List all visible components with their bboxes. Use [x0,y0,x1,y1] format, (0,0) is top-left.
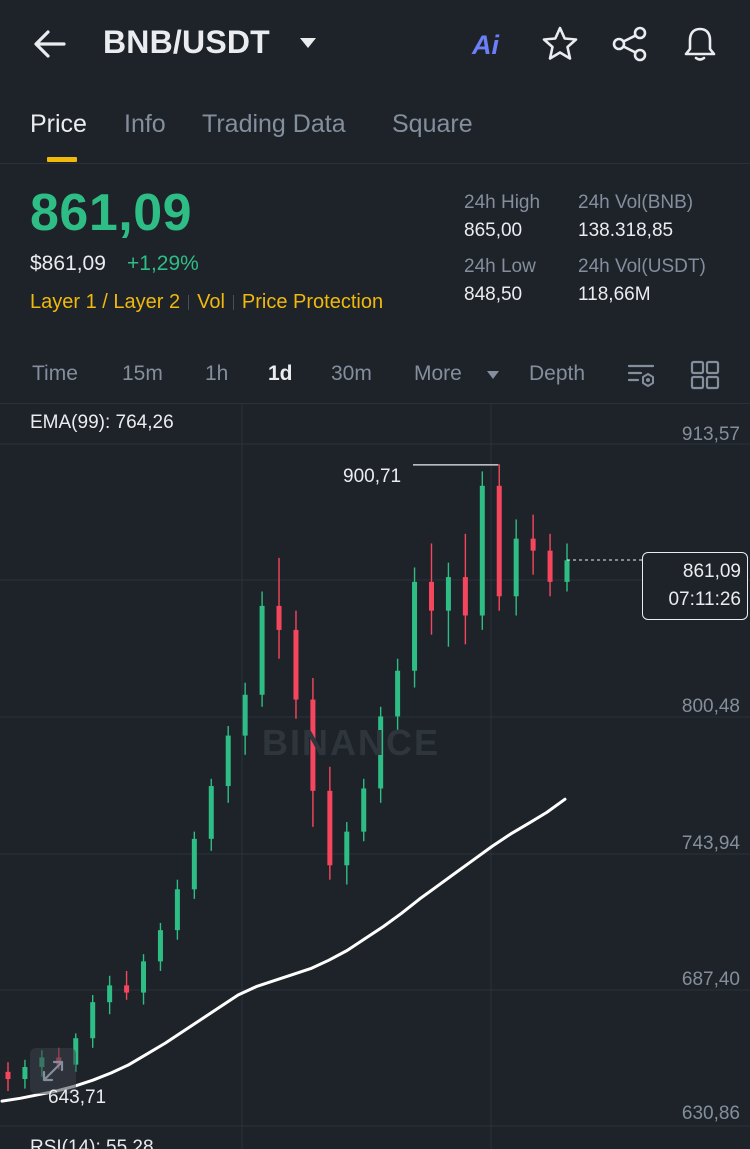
tag-divider [232,295,234,311]
stat-vol-bnb-value: 138.318,85 [578,220,674,241]
section-tabs: Price Info Trading Data Square [0,100,750,164]
top-bar: BNB/USDT Ai [0,0,750,90]
notification-bell-icon[interactable] [680,24,720,64]
candle-body [344,831,350,866]
candle-body [564,560,570,582]
candle-body [412,581,418,671]
candle-body [395,670,401,717]
stat-high-label: 24h High [464,192,541,213]
rsi-indicator-label: RSI(14): 55,28 [30,1137,154,1149]
price-in-usd: $861,09 [30,252,106,275]
candle-body [462,577,468,616]
candle-body [479,485,485,616]
candle-body [361,788,367,832]
candle-body [242,694,248,736]
current-price-value: 861,09 [682,561,741,582]
binance-watermark: BINANCE [262,722,441,763]
stat-high-value: 865,00 [464,220,523,241]
candle-body [157,930,163,962]
candle-body [225,735,231,787]
y-axis-tick: 800,48 [681,696,740,717]
high-price-marker: 900,71 [343,466,402,487]
last-price: 861,09 [30,184,193,242]
candlestick-plot[interactable] [0,404,750,1149]
interval-15m[interactable]: 15m [122,362,163,386]
y-axis-tick: 630,86 [681,1103,740,1124]
candle-body [547,550,553,582]
share-icon[interactable] [610,24,650,64]
candle-body [141,961,147,993]
interval-1d[interactable]: 1d [268,362,293,386]
layout-grid-icon[interactable] [689,359,721,391]
candle-countdown: 07:11:26 [668,589,741,610]
candle-body [107,985,113,1003]
app-screen: BNB/USDT Ai Price Info Trading Data Squa… [0,0,750,1149]
price-change-percent: +1,29% [127,252,199,275]
tag-vol[interactable]: Vol [197,291,225,313]
candle-body [5,1071,11,1080]
tag-layer[interactable]: Layer 1 / Layer 2 [30,291,180,313]
interval-more[interactable]: More [414,362,462,386]
interval-30m[interactable]: 30m [331,362,372,386]
candle-body [496,485,502,597]
tab-price[interactable]: Price [30,110,87,139]
stat-low-label: 24h Low [464,256,536,277]
interval-time[interactable]: Time [32,362,78,386]
ai-assistant-icon[interactable]: Ai [470,24,510,64]
candle-body [124,985,130,993]
ai-label: Ai [472,30,499,60]
candle-body [22,1067,28,1080]
stat-vol-usdt-label: 24h Vol(USDT) [578,256,706,277]
candle-body [428,581,434,611]
y-axis-tick: 743,94 [681,833,740,854]
stat-vol-usdt-value: 118,66M [578,284,651,305]
tag-divider [188,295,190,311]
candle-body [513,538,519,597]
interval-bar: Time 15m 1h 1d 30m More Depth [0,345,750,404]
stat-vol-bnb-label: 24h Vol(BNB) [578,192,694,213]
kline-chart[interactable] [0,404,750,1149]
y-axis-tick: 913,57 [681,424,740,445]
candle-body [445,577,451,611]
tab-square[interactable]: Square [392,110,473,139]
tag-price-protection[interactable]: Price Protection [242,291,383,313]
candle-body [293,629,299,700]
candle-body [90,1002,96,1039]
candle-body [259,605,265,695]
ema-line [0,797,567,1103]
candle-body [276,605,282,630]
interval-depth[interactable]: Depth [529,362,585,386]
candle-body [530,538,536,551]
candle-body [208,786,214,839]
candle-body [327,790,333,866]
pair-dropdown-icon[interactable] [298,36,318,50]
stat-low-value: 848,50 [464,284,523,305]
tab-info[interactable]: Info [124,110,166,139]
active-tab-indicator [47,157,77,162]
y-axis-tick: 687,40 [681,969,740,990]
pair-title[interactable]: BNB/USDT [103,24,270,61]
candle-body [191,838,197,890]
favorite-star-icon[interactable] [540,24,580,64]
indicator-settings-icon[interactable] [626,359,658,391]
ema-indicator-label: EMA(99): 764,26 [30,412,174,433]
current-price-tag[interactable]: 861,09 07:11:26 [642,552,748,620]
candle-body [174,889,180,931]
back-arrow-icon[interactable] [30,26,70,62]
more-dropdown-icon[interactable] [486,370,500,380]
interval-1h[interactable]: 1h [205,362,228,386]
tab-trading-data[interactable]: Trading Data [202,110,346,139]
token-tags: Layer 1 / Layer 2 Vol Price Protection [30,291,383,314]
low-price-marker: 643,71 [48,1087,107,1108]
